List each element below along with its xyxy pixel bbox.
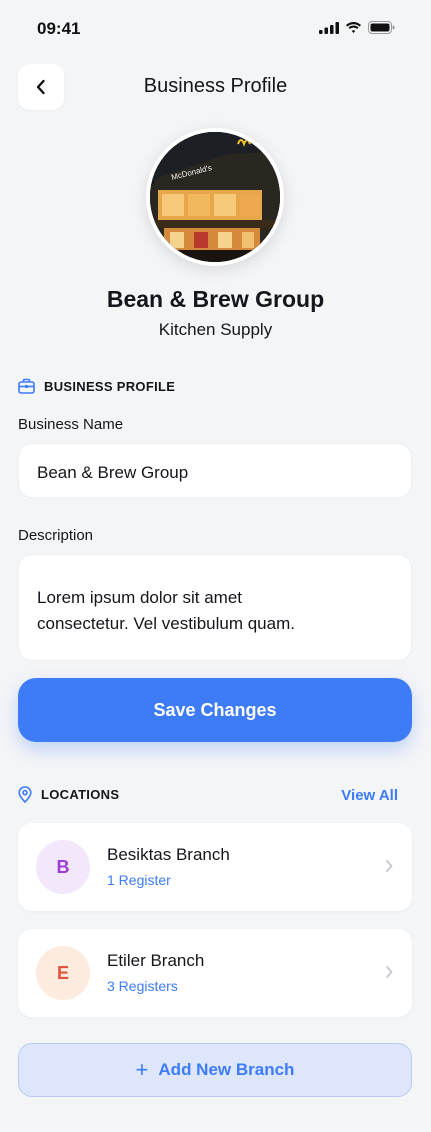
status-icons	[319, 21, 395, 34]
add-branch-label: Add New Branch	[158, 1060, 295, 1079]
map-pin-icon	[18, 786, 32, 803]
business-name-heading: Bean & Brew Group	[106, 286, 325, 312]
business-name-field[interactable]: Bean & Brew Group	[18, 443, 412, 498]
description-label: Description	[18, 527, 94, 544]
description-line: consectetur. Vel vestibulum quam.	[37, 614, 295, 633]
header: Business Profile	[0, 64, 431, 110]
battery-icon	[368, 21, 395, 34]
business-section-header: BUSINESS PROFILE	[18, 378, 175, 394]
location-card[interactable]: B Besiktas Branch 1 Register	[18, 823, 412, 911]
business-name-label: Business Name	[18, 416, 124, 433]
chevron-right-icon	[386, 966, 393, 978]
briefcase-icon	[18, 378, 35, 394]
business-avatar[interactable]: McDonald's	[146, 128, 284, 266]
location-registers: 3 Registers	[107, 978, 178, 994]
wifi-icon	[346, 22, 361, 33]
description-field[interactable]: Lorem ipsum dolor sit amet consectetur. …	[18, 554, 412, 661]
location-name: Etiler Branch	[107, 951, 205, 970]
view-all-link[interactable]: View All	[341, 787, 398, 804]
section-label: LOCATIONS	[41, 787, 120, 802]
section-label: BUSINESS PROFILE	[44, 378, 176, 394]
save-changes-button[interactable]: Save Changes	[18, 678, 412, 742]
locations-section-header: LOCATIONS	[18, 786, 119, 803]
storefront-image: McDonald's	[150, 132, 280, 262]
location-registers: 1 Register	[107, 872, 171, 888]
business-name-value: Bean & Brew Group	[37, 463, 189, 482]
signal-icon	[319, 21, 339, 34]
location-initial-avatar: B	[36, 840, 90, 894]
page-title: Business Profile	[143, 75, 288, 97]
plus-icon: +	[135, 1057, 149, 1082]
chevron-right-icon	[386, 860, 393, 872]
location-initial-avatar: E	[36, 946, 90, 1000]
add-new-branch-button[interactable]: + Add New Branch	[18, 1043, 412, 1097]
location-card[interactable]: E Etiler Branch 3 Registers	[18, 929, 412, 1017]
business-category: Kitchen Supply	[158, 320, 273, 339]
description-line: Lorem ipsum dolor sit amet	[37, 588, 243, 607]
location-name: Besiktas Branch	[107, 845, 230, 864]
status-time: 09:41	[37, 19, 81, 38]
status-bar: 09:41	[0, 0, 431, 60]
business-photo: McDonald's	[150, 132, 280, 262]
